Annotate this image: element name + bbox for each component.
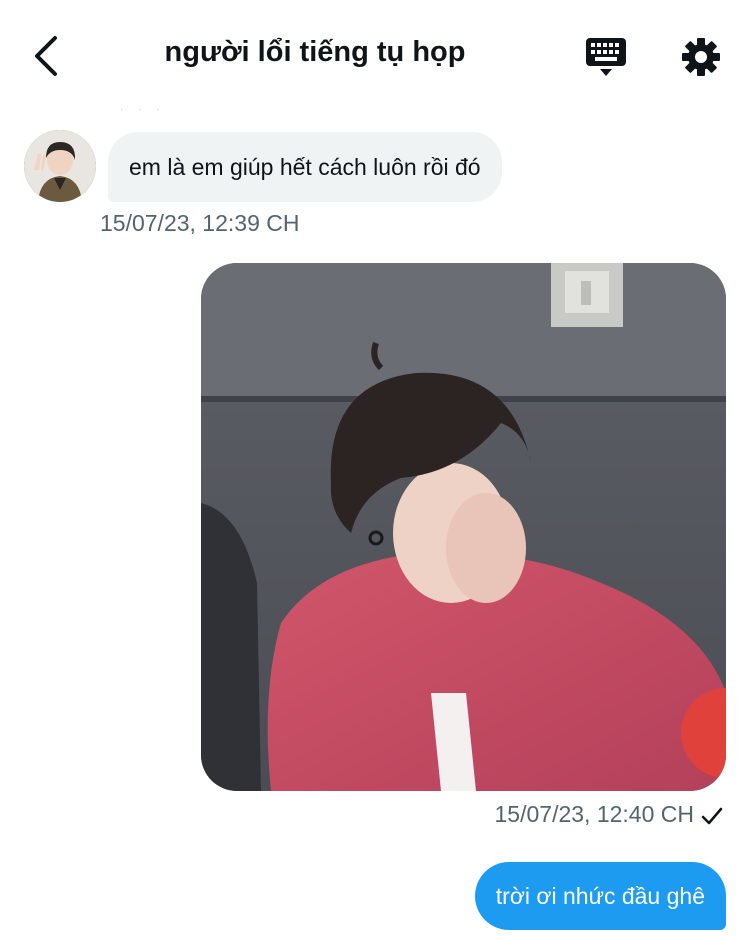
- sender-avatar[interactable]: [24, 130, 96, 202]
- keyboard-toggle-button[interactable]: [582, 34, 630, 80]
- message-timestamp: 15/07/23, 12:39 CH: [100, 210, 300, 236]
- conversation-title: người lổi tiếng tụ họp: [164, 36, 466, 68]
- incoming-message-bubble[interactable]: em là em giúp hết cách luôn rồi đó: [108, 132, 502, 202]
- keyboard-icon: [586, 38, 626, 76]
- chevron-left-icon: [35, 36, 57, 76]
- outgoing-message-bubble[interactable]: trời ơi nhức đầu ghê: [474, 862, 726, 930]
- gear-icon: [682, 38, 720, 76]
- outgoing-image-message[interactable]: [201, 263, 726, 791]
- message-text: trời ơi nhức đầu ghê: [495, 882, 705, 909]
- attached-photo: [201, 263, 726, 791]
- message-timestamp: 15/07/23, 12:40 CH: [494, 801, 694, 827]
- message-text: em là em giúp hết cách luôn rồi đó: [129, 153, 481, 180]
- checkmark-icon: [701, 807, 723, 825]
- avatar-photo: [24, 130, 96, 202]
- settings-button[interactable]: [678, 34, 724, 80]
- scroll-fade-dots: · · ·: [120, 104, 166, 115]
- conversation-header: người lổi tiếng tụ họp: [0, 0, 750, 112]
- back-button[interactable]: [22, 30, 70, 82]
